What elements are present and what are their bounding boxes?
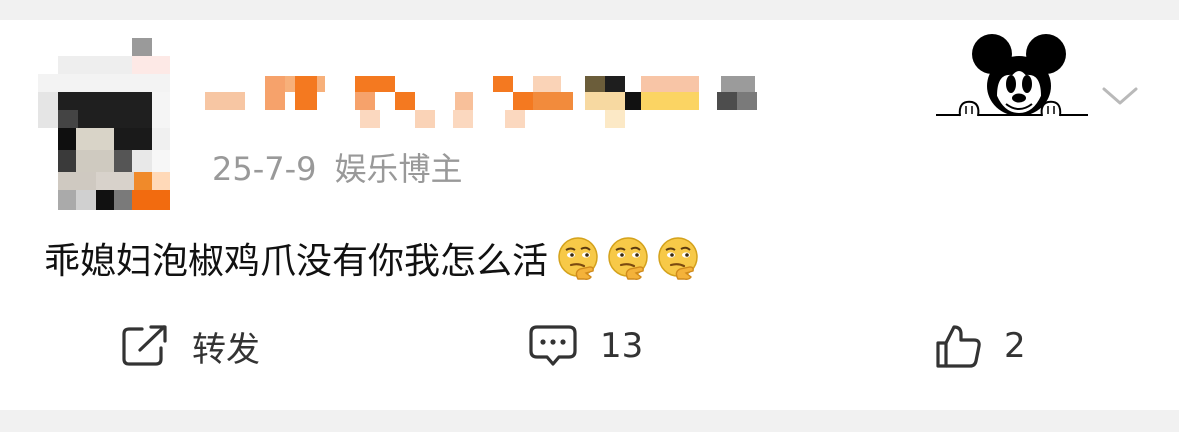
avatar[interactable] [38,38,170,210]
post-date: 25-7-9 [212,150,317,188]
repost-icon [122,325,167,366]
action-bar: 转发 13 2 [0,310,1179,382]
thinking-emoji-icon [608,237,648,280]
repost-label: 转发 [192,329,260,370]
thinking-emoji-icon [558,237,598,280]
thumbs-up-icon [936,325,981,368]
comment-button[interactable]: 13 [528,310,643,382]
repost-button[interactable]: 转发 [120,310,260,382]
post-body: 乖媳妇泡椒鸡爪没有你我怎么活 [44,241,549,282]
username[interactable] [205,70,765,140]
chevron-down-icon[interactable] [1100,82,1140,110]
comment-count: 13 [600,326,644,366]
mickey-mouse-icon [936,34,1088,117]
like-count: 2 [1004,326,1026,366]
post-text: 乖媳妇泡椒鸡爪没有你我怎么活 [44,232,700,284]
like-button[interactable]: 2 [934,310,1026,382]
post-card: 25-7-9 娱乐博主 乖媳妇泡椒鸡爪没有你我怎么活 转发 13 2 [0,20,1179,410]
comment-icon [529,325,577,366]
author-tag: 娱乐博主 [334,150,463,188]
post-meta: 25-7-9 娱乐博主 [212,144,463,190]
thinking-emoji-icon [658,237,698,280]
